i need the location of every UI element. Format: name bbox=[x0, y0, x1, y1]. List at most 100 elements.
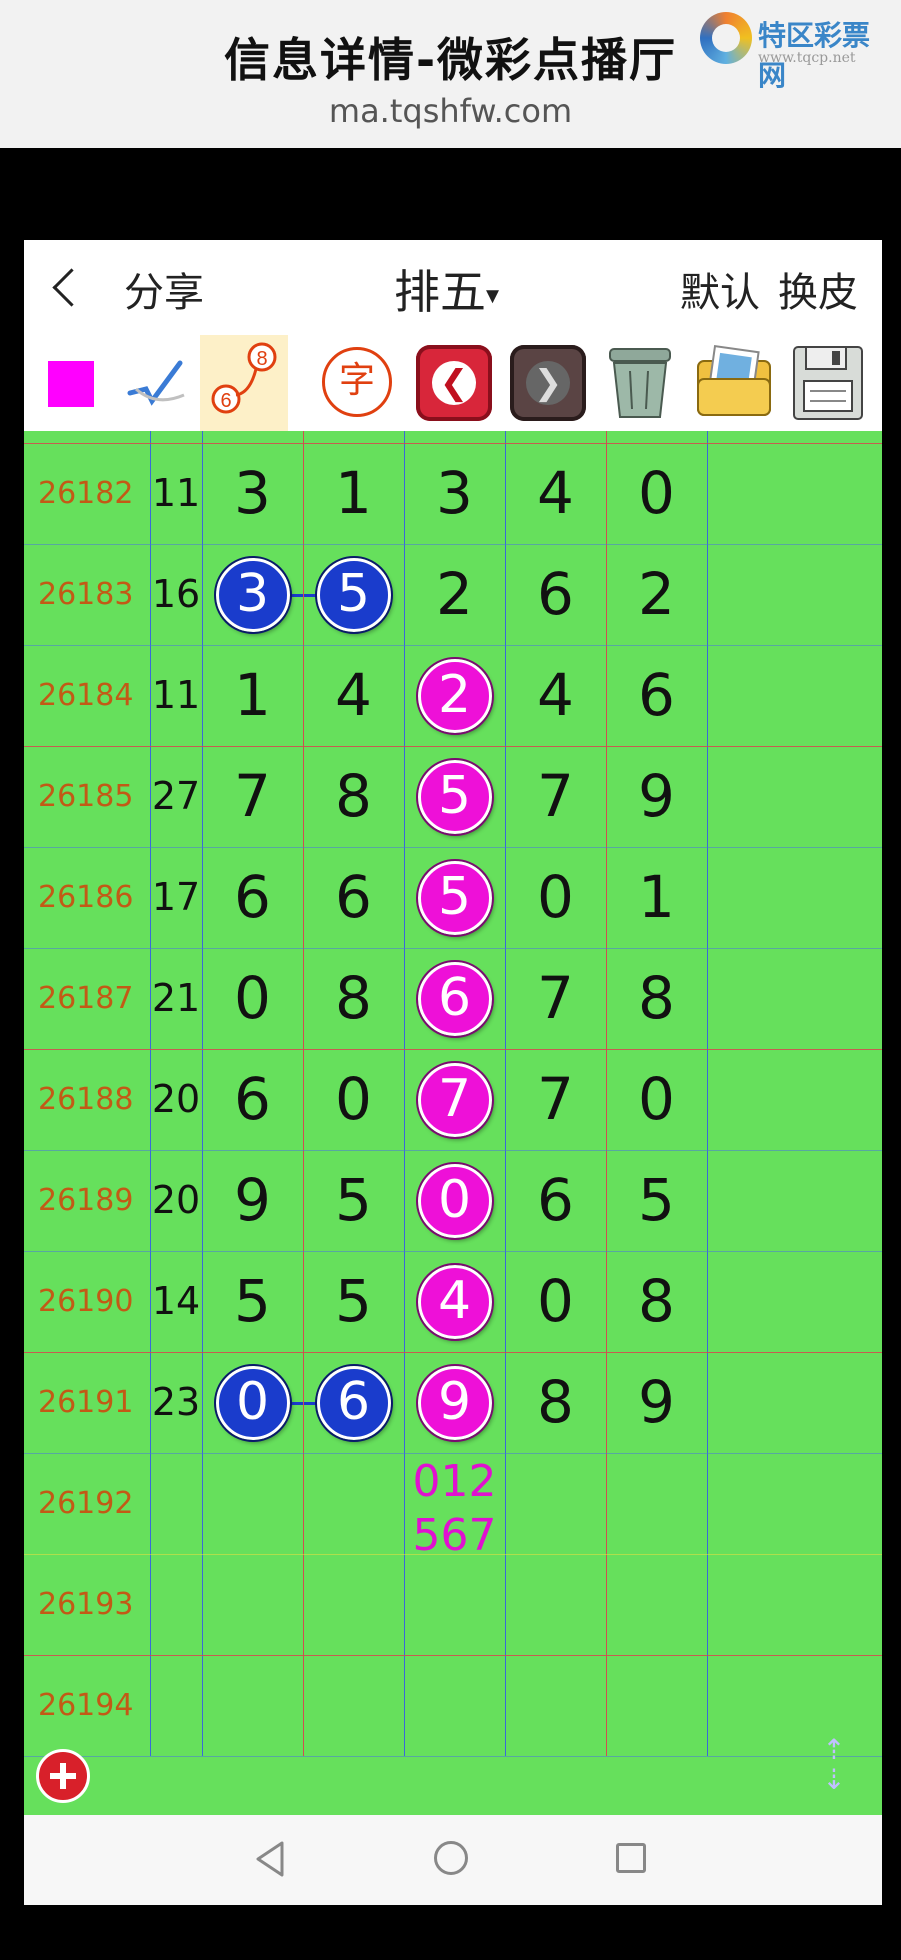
table-row: 26190 14 5 5 4 0 8 bbox=[24, 1251, 882, 1352]
pink-ball-mark[interactable]: 0 bbox=[415, 1161, 494, 1240]
toolbar: 8 6 字 ❮ ❯ bbox=[24, 335, 882, 431]
pink-ball-mark[interactable]: 2 bbox=[415, 656, 494, 735]
link-bottom-number: 6 bbox=[220, 390, 231, 412]
default-button[interactable]: 默认 bbox=[680, 260, 760, 318]
system-nav-bar bbox=[24, 1815, 882, 1905]
grid-horizontal-line bbox=[24, 847, 882, 848]
digit-cell[interactable]: 0 bbox=[291, 1049, 417, 1150]
pink-ball-mark[interactable]: 5 bbox=[415, 858, 494, 937]
pink-ball-mark[interactable]: 9 bbox=[415, 1363, 494, 1442]
sum-value: 23 bbox=[151, 1380, 201, 1424]
digit-cell[interactable]: 4 bbox=[594, 431, 720, 443]
lottery-type-label: 排五 bbox=[394, 265, 486, 319]
digit-cell[interactable]: 8 bbox=[291, 746, 417, 847]
char-icon: 字 bbox=[322, 347, 392, 417]
prediction-digits[interactable]: 012 567 bbox=[392, 1455, 518, 1563]
app-header: 分享 排五▾ 默认 换皮 bbox=[24, 240, 882, 335]
link-tool-button[interactable]: 8 6 bbox=[200, 335, 288, 431]
digit-cell[interactable]: 2 bbox=[594, 544, 720, 645]
color-swatch-icon bbox=[48, 361, 94, 407]
app-window: 分享 排五▾ 默认 换皮 8 6 字 ❮ ❯ 26182 11 3 1 3 4 … bbox=[24, 240, 882, 1905]
digit-cell[interactable]: 5 bbox=[594, 1150, 720, 1251]
blue-ball-mark[interactable]: 6 bbox=[314, 1363, 393, 1442]
grid-horizontal-line bbox=[24, 1453, 882, 1454]
prev-button[interactable]: ❮ bbox=[410, 335, 498, 431]
digit-cell[interactable] bbox=[594, 1453, 720, 1554]
digit-cell[interactable]: 6 bbox=[291, 847, 417, 948]
blue-ball-mark[interactable]: 0 bbox=[213, 1363, 292, 1442]
digit-cell[interactable]: 8 bbox=[594, 948, 720, 1049]
nav-recents-icon[interactable] bbox=[616, 1843, 646, 1873]
table-row: 26194 bbox=[24, 1655, 882, 1756]
image-button[interactable] bbox=[690, 335, 778, 431]
table-row: 26184 11 1 4 2 4 6 bbox=[24, 645, 882, 746]
blue-ball-mark[interactable]: 3 bbox=[213, 555, 292, 634]
table-row: 26186 17 6 6 5 0 1 bbox=[24, 847, 882, 948]
digit-cell[interactable]: 6 bbox=[594, 645, 720, 746]
table-row: 26182 11 3 1 3 4 0 bbox=[24, 443, 882, 544]
pink-ball-mark[interactable]: 7 bbox=[415, 1060, 494, 1139]
dropdown-caret-icon: ▾ bbox=[486, 280, 500, 311]
grid-horizontal-line bbox=[24, 1655, 882, 1656]
grid-vertical-line bbox=[606, 431, 607, 1756]
digit-cell[interactable]: 9 bbox=[594, 746, 720, 847]
table-row: 261811112444 bbox=[24, 431, 882, 443]
digit-cell[interactable]: 4 bbox=[291, 645, 417, 746]
save-button[interactable] bbox=[784, 335, 872, 431]
back-icon[interactable] bbox=[50, 260, 90, 312]
prev-arrow-icon: ❮ bbox=[416, 345, 492, 421]
grid-horizontal-line bbox=[24, 645, 882, 646]
grid-vertical-line bbox=[150, 431, 151, 1756]
digit-cell[interactable]: 8 bbox=[594, 1251, 720, 1352]
issue-number: 26184 bbox=[38, 678, 134, 713]
issue-number: 26187 bbox=[38, 981, 134, 1016]
table-row: 26185 27 7 8 5 7 9 bbox=[24, 746, 882, 847]
blue-ball-mark[interactable]: 5 bbox=[314, 555, 393, 634]
char-tool-button[interactable]: 字 bbox=[312, 335, 400, 431]
prediction-line: 567 bbox=[412, 1510, 497, 1561]
site-logo: 特区彩票网 www.tqcp.net bbox=[700, 12, 890, 92]
digit-cell[interactable]: 5 bbox=[291, 1150, 417, 1251]
grid-horizontal-line bbox=[24, 544, 882, 545]
link-top-number: 8 bbox=[256, 348, 267, 370]
pink-ball-mark[interactable]: 5 bbox=[415, 757, 494, 836]
grid-horizontal-line bbox=[24, 1756, 882, 1757]
grid-horizontal-line bbox=[24, 746, 882, 747]
link-numbers-icon: 8 6 bbox=[211, 342, 277, 414]
trash-icon bbox=[609, 348, 671, 418]
browser-header: 信息详情-微彩点播厅 ma.tqshfw.com 特区彩票网 www.tqcp.… bbox=[0, 0, 901, 148]
digit-cell[interactable]: 0 bbox=[594, 443, 720, 544]
change-skin-button[interactable]: 换皮 bbox=[778, 260, 858, 318]
digit-cell[interactable] bbox=[594, 1554, 720, 1655]
grid-vertical-line bbox=[303, 431, 304, 1756]
lottery-type-dropdown[interactable]: 排五▾ bbox=[394, 256, 499, 322]
checkmark-tool-button[interactable] bbox=[112, 335, 200, 431]
share-button[interactable]: 分享 bbox=[124, 260, 204, 318]
digit-cell[interactable] bbox=[594, 1655, 720, 1756]
issue-number: 26186 bbox=[38, 880, 134, 915]
digit-cell[interactable]: 5 bbox=[291, 1251, 417, 1352]
digit-cell[interactable]: 1 bbox=[594, 847, 720, 948]
add-circle-icon[interactable] bbox=[36, 1749, 90, 1803]
digit-cell[interactable]: 0 bbox=[594, 1049, 720, 1150]
photo-folder-icon bbox=[697, 345, 771, 416]
pink-ball-mark[interactable]: 4 bbox=[415, 1262, 494, 1341]
nav-home-icon[interactable] bbox=[434, 1841, 468, 1875]
trend-chart-grid[interactable]: 2618111124442618211313402618316352622618… bbox=[24, 431, 882, 1815]
grid-horizontal-line bbox=[24, 1251, 882, 1252]
checkmark-icon bbox=[127, 360, 185, 406]
issue-number: 26190 bbox=[38, 1284, 134, 1319]
next-button[interactable]: ❯ bbox=[504, 335, 592, 431]
nav-back-icon[interactable] bbox=[252, 1839, 288, 1879]
resize-handle-icon[interactable]: ⇡ ⇣ bbox=[814, 1735, 854, 1795]
issue-number: 26188 bbox=[38, 1082, 134, 1117]
delete-button[interactable] bbox=[596, 335, 684, 431]
digit-cell[interactable]: 9 bbox=[594, 1352, 720, 1453]
prediction-line: 012 bbox=[412, 1456, 497, 1507]
grid-horizontal-line bbox=[24, 443, 882, 444]
sum-value: 16 bbox=[151, 572, 201, 616]
pink-ball-mark[interactable]: 6 bbox=[415, 959, 494, 1038]
digit-cell[interactable]: 8 bbox=[291, 948, 417, 1049]
color-picker-button[interactable] bbox=[24, 335, 112, 431]
grid-horizontal-line bbox=[24, 1049, 882, 1050]
